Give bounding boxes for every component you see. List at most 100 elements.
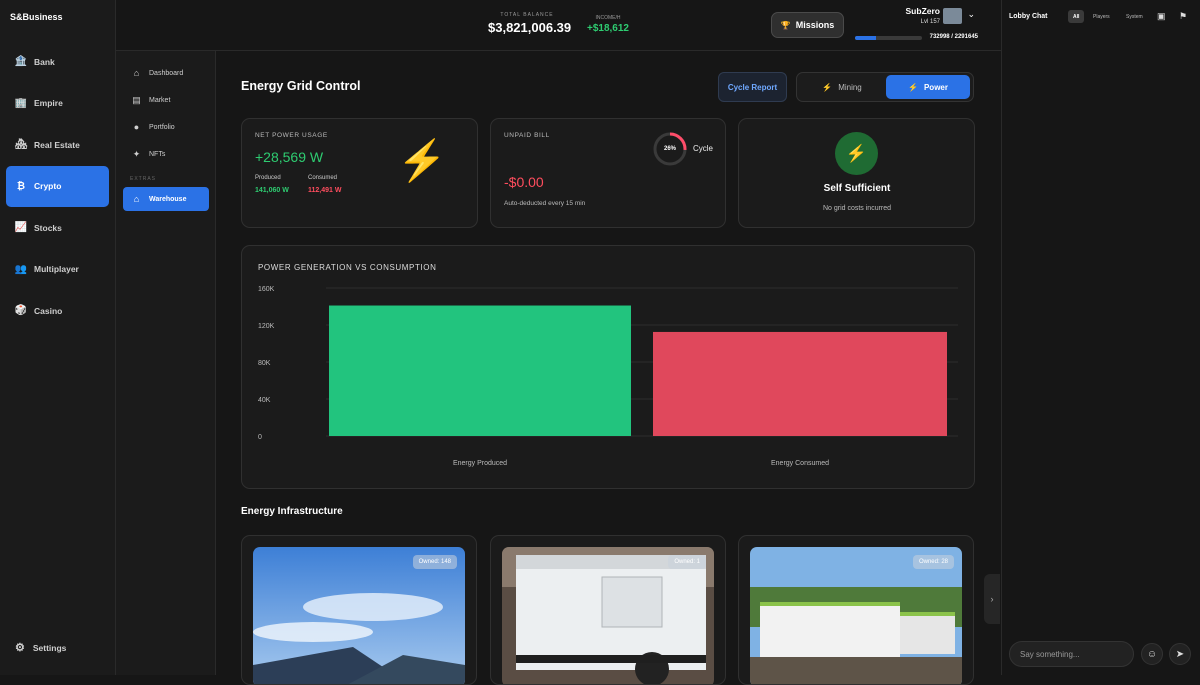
consumed-label: Consumed [308,175,338,181]
sidebar-item-bank[interactable]: 🏦 Bank [6,41,109,82]
cycle-label: Cycle [693,144,714,153]
trend-icon: 📈 [14,222,28,233]
xp-progress-fill [855,36,877,40]
infrastructure-title: Energy Infrastructure [241,506,343,517]
flag-icon[interactable]: ⚑ [1179,11,1187,22]
asset-card-solar[interactable]: Owned: 148 [241,535,477,685]
tab-mining[interactable]: ⚡ Mining [799,75,885,99]
dice-icon: 🎲 [14,305,28,316]
sidebar-item-stocks[interactable]: 📈 Stocks [6,207,109,248]
user-profile[interactable]: SubZero Lvl 157 ⌄ 732998 / 2291645 [854,6,978,46]
subnav-item-label: Market [149,96,171,104]
discord-icon[interactable]: ▣ [1157,11,1166,22]
missions-label: Missions [795,20,835,30]
send-icon[interactable]: ➤ [1169,643,1191,665]
house-icon: 🏘 [14,139,28,150]
consumed-value: 112,491 W [308,187,342,194]
person-icon: ● [133,122,140,132]
tab-label: Mining [838,82,862,92]
asset-card-generator[interactable]: Owned: 1 [490,535,726,685]
main-nav: 🏦 Bank 🏢 Empire 🏘 Real Estate ₿ Crypto 📈 Stoc… [6,41,109,332]
x-tick-label: Energy Produced [453,460,507,467]
cycle-report-button[interactable]: Cycle Report [718,72,787,102]
chat-input[interactable] [1009,641,1134,667]
chat-tab-players[interactable]: Players [1088,10,1115,23]
bolt-icon: ⚡ [397,139,447,183]
sidebar-item-label: Empire [34,98,63,108]
missions-button[interactable]: 🏆 Missions [771,12,844,38]
settings-button[interactable]: ⚙ Settings [15,641,66,654]
sidebar-item-crypto[interactable]: ₿ Crypto [6,165,109,207]
trophy-icon: 🏆 [780,20,791,30]
chat-title: Lobby Chat [1009,13,1048,20]
chat-tab-system[interactable]: System [1121,10,1148,23]
y-tick-label: 40K [258,397,271,404]
sidebar-item-empire[interactable]: 🏢 Empire [6,83,109,124]
net-power-label: NET POWER USAGE [255,132,328,139]
unpaid-bill-label: UNPAID BILL [504,132,550,139]
bar-energy-consumed [653,331,947,436]
produced-label: Produced [255,175,281,181]
chat-tab-all[interactable]: All [1068,10,1085,23]
subnav-section-label: EXTRAS [130,176,157,182]
power-chart-card: POWER GENERATION VS CONSUMPTION 0 40K 80K 1… [241,245,975,489]
produced-value: 141,060 W [255,187,289,194]
warehouse-icon: ⌂ [133,194,140,204]
username: SubZero [905,6,940,16]
subnav-item-dashboard[interactable]: ⌂ Dashboard [123,61,209,85]
chevron-down-icon[interactable]: ⌄ [967,9,975,20]
income-per-hour: INCOME/H +$18,612 [586,15,630,34]
home-icon: ⌂ [133,68,140,78]
bank-icon: 🏦 [14,56,28,67]
net-power-value: +28,569 W [255,149,324,165]
y-tick-label: 160K [258,286,275,293]
subnav-item-label: Portfolio [149,123,175,131]
subnav-item-label: NFTs [149,150,166,158]
owned-badge: Owned: 28 [912,555,954,569]
y-tick-label: 120K [258,323,275,330]
subnav-item-nfts[interactable]: ✦ NFTs [123,142,209,166]
bitcoin-icon: ₿ [16,180,26,192]
sidebar-item-casino[interactable]: 🎲 Casino [6,290,109,331]
cycle-percent: 26% [663,146,676,152]
subnav-item-label: Dashboard [149,69,184,77]
sidebar-item-label: Crypto [34,181,62,191]
bolt-icon: ⚡ [835,132,878,175]
sidebar-item-label: Multiplayer [34,264,79,274]
bolt-icon: ⚡ [908,82,918,92]
store-icon: ▤ [132,94,141,105]
tab-power[interactable]: ⚡ Power [886,75,970,99]
subnav-item-label: Warehouse [149,195,187,203]
income-label: INCOME/H [595,15,621,21]
emoji-icon[interactable]: ☺ [1141,643,1163,665]
battery-storage-image: Owned: 28 [750,547,962,684]
total-balance: TOTAL BALANCE $3,821,006.39 [488,12,572,35]
unpaid-bill-value: -$0.00 [504,174,544,190]
subnav-item-portfolio[interactable]: ● Portfolio [123,115,209,139]
chat-panel: Lobby Chat All Players System ▣ ⚑ ☺ ➤ [1001,0,1200,675]
user-level: Lvl 157 [920,19,940,25]
y-tick-label: 80K [258,360,271,367]
unpaid-bill-card: UNPAID BILL 26% Cycle -$0.00 Auto-deduct… [490,118,726,228]
owned-badge: Owned: 148 [412,555,457,569]
net-power-card: NET POWER USAGE ⚡ +28,569 W Produced 141… [241,118,478,228]
collapse-chat-button[interactable]: › [984,574,1000,624]
status-card: ⚡ Self Sufficient No grid costs incurred [738,118,975,228]
brand-logo: S&Business [10,12,63,22]
x-tick-label: Energy Consumed [771,460,829,467]
page-title: Energy Grid Control [241,79,361,93]
xp-progress-bar [855,36,922,40]
sidebar-item-label: Stocks [34,222,62,233]
sidebar-item-label: Casino [34,305,63,316]
subnav-item-warehouse[interactable]: ⌂ Warehouse [123,187,209,211]
bar-energy-produced [329,305,631,436]
auto-deduct-note: Auto-deducted every 15 min [504,200,586,207]
subnav-item-market[interactable]: ▤ Market [123,88,209,112]
solar-panel-image: Owned: 148 [253,547,465,684]
power-bar-chart: 0 40K 80K 120K 160K Energy Produced Energy Con… [258,286,958,467]
avatar[interactable] [943,8,962,24]
sidebar-item-real-estate[interactable]: 🏘 Real Estate [6,124,109,165]
asset-card-battery[interactable]: Owned: 28 [738,535,974,685]
balance-value: $3,821,006.39 [488,20,572,35]
sidebar-item-multiplayer[interactable]: 👥 Multiplayer [6,249,109,290]
